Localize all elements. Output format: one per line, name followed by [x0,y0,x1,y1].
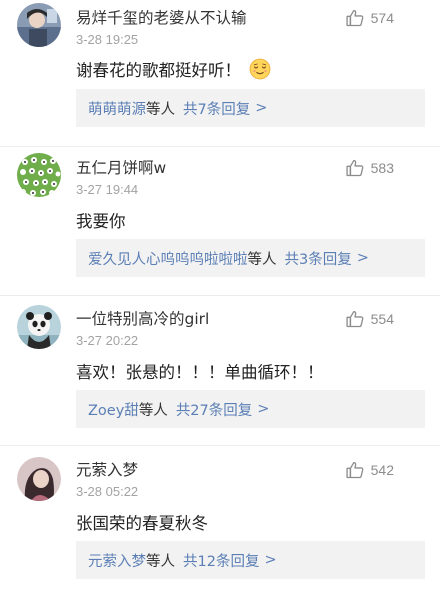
like-button[interactable]: 574 [345,8,394,28]
username[interactable]: 一位特别高冷的girl [76,307,209,329]
username[interactable]: 易烊千玺的老婆从不认输 [76,6,247,28]
like-count: 542 [370,462,394,478]
comment-item: 易烊千玺的老婆从不认输 3-28 19:25 574 谢春花的歌都挺好听！ 萌萌… [0,0,440,147]
thumbs-up-icon [345,158,365,178]
comment-text: 喜欢！张悬的！！！单曲循环！！ [76,363,324,382]
comment-text: 我要你 [76,212,126,231]
username[interactable]: 元萦入梦 [76,458,138,480]
timestamp: 3-27 19:44 [76,182,139,197]
timestamp: 3-28 19:25 [76,32,139,47]
timestamp: 3-28 05:22 [76,484,139,499]
chevron-right-icon: > [264,552,277,568]
reply-users[interactable]: Zoey甜 [88,399,139,420]
like-button[interactable]: 554 [345,309,394,329]
reply-summary[interactable]: 元萦入梦 等人 共12条回复 > [76,541,425,579]
thumbs-up-icon [345,309,365,329]
comment-text: 张国荣的春夏秋冬 [76,514,208,533]
comment-text-row: 喜欢！张悬的！！！单曲循环！！ [76,359,324,383]
reply-suffix: 等人 [247,251,277,268]
comment-text: 谢春花的歌都挺好听！ [76,61,241,80]
reply-users[interactable]: 爱久见人心呜呜呜啦啦啦 [88,248,248,269]
reply-count-link[interactable]: 共3条回复 [285,248,352,269]
comment-item: 元萦入梦 3-28 05:22 542 张国荣的春夏秋冬 元萦入梦 等人 共12… [0,446,440,590]
reply-count-link[interactable]: 共7条回复 [183,98,250,119]
like-count: 574 [370,10,394,26]
thumbs-up-icon [345,8,365,28]
timestamp: 3-27 20:22 [76,333,139,348]
chevron-right-icon: > [255,100,268,116]
reply-summary[interactable]: 萌萌萌源 等人 共7条回复 > [76,89,425,127]
comment-text-row: 我要你 [76,208,126,232]
reply-summary[interactable]: 爱久见人心呜呜呜啦啦啦 等人 共3条回复 > [76,239,425,277]
relieved-face-icon [249,58,271,80]
like-button[interactable]: 583 [345,158,394,178]
like-count: 583 [370,160,394,176]
reply-suffix: 等人 [146,553,175,570]
reply-users[interactable]: 萌萌萌源 [88,98,146,119]
reply-count-link[interactable]: 共12条回复 [183,550,259,571]
avatar[interactable] [17,3,61,47]
reply-suffix: 等人 [138,402,168,419]
reply-suffix: 等人 [146,101,175,118]
comment-item: 五仁月饼啊w 3-27 19:44 583 我要你 爱久见人心呜呜呜啦啦啦 等人… [0,147,440,296]
comment-list: 易烊千玺的老婆从不认输 3-28 19:25 574 谢春花的歌都挺好听！ 萌萌… [0,0,440,590]
like-button[interactable]: 542 [345,460,394,480]
comment-text-row: 张国荣的春夏秋冬 [76,510,208,534]
comment-text-row: 谢春花的歌都挺好听！ [76,57,271,81]
reply-summary[interactable]: Zoey甜 等人 共27条回复 > [76,390,425,428]
like-count: 554 [370,311,394,327]
avatar[interactable] [17,457,61,501]
thumbs-up-icon [345,460,365,480]
comment-item: 一位特别高冷的girl 3-27 20:22 554 喜欢！张悬的！！！单曲循环… [0,296,440,446]
username[interactable]: 五仁月饼啊w [76,156,166,178]
avatar[interactable] [17,153,61,197]
chevron-right-icon: > [257,401,270,417]
chevron-right-icon: > [356,250,369,266]
avatar[interactable] [17,305,61,349]
reply-users[interactable]: 元萦入梦 [88,550,146,571]
reply-count-link[interactable]: 共27条回复 [176,399,252,420]
